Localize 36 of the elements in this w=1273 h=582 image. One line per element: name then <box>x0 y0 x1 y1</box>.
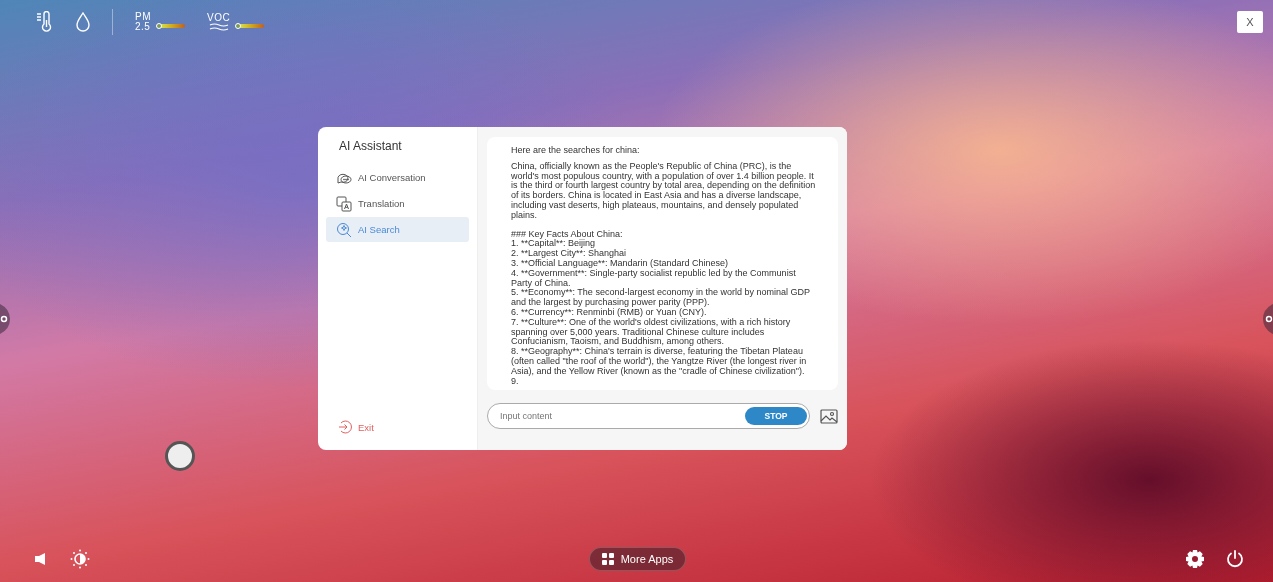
dialog-title: AI Assistant <box>339 139 403 153</box>
input-field[interactable]: Input content STOP <box>487 403 810 429</box>
exit-icon <box>338 420 352 434</box>
sparkle-search-icon <box>336 221 352 238</box>
close-button[interactable]: X <box>1237 11 1263 33</box>
floating-ball-button[interactable] <box>165 441 195 471</box>
fact-item: 7. **Culture**: One of the world's oldest civilizations, with a rich history spanning over 5,000 years. Traditional Chinese culture includes Confucianism, Taoism, and Buddhism, among others. <box>511 317 791 348</box>
exit-button[interactable]: Exit <box>326 420 469 434</box>
thermometer-icon <box>36 11 54 33</box>
brightness-icon[interactable] <box>70 549 90 569</box>
droplet-icon <box>76 12 90 32</box>
pm-label: PM 2.5 <box>135 12 151 32</box>
side-handle-icon[interactable] <box>1263 304 1273 334</box>
side-handle-icon[interactable] <box>0 304 10 334</box>
fact-item: 9. <box>511 376 519 387</box>
fact-item: 1. **Capital**: Beijing <box>511 239 596 250</box>
gear-icon[interactable] <box>1185 549 1205 569</box>
fact-item: 2. **Largest City**: Shanghai <box>511 249 627 259</box>
fact-item: 6. **Currency**: Renminbi (RMB) or Yuan (CNY). <box>511 307 707 318</box>
sidebar-item[interactable]: Translation <box>326 191 469 216</box>
wave-icon <box>208 23 229 31</box>
grid-icon <box>601 553 614 565</box>
voc-label: VOC <box>207 13 231 23</box>
image-icon[interactable] <box>820 408 838 424</box>
power-icon[interactable] <box>1225 549 1245 569</box>
response-heading: ### Key Facts About China: <box>511 229 624 239</box>
fact-item: 8. **Geography**: China's terrain is diverse, featuring the Tibetan Plateau (often called "the roof of the world"), the Yangtze River (the longest river in Asia), and the Yellow River (known as the "cradle of Chinese civilization"). <box>511 347 808 377</box>
translate-icon <box>336 195 352 212</box>
response-intro: Here are the searches for china: <box>511 146 641 156</box>
response-paragraph: China, officially known as the People's Republic of China (PRC), is the world's most populous country, with a population of over 1.4 billion people. It is the third or fourth largest country by total area, depending on the definition of its borders. China is located in East Asia and has a diverse landscape, including vast deserts, high plateaus, mountains, and densely populated plains. <box>511 161 817 221</box>
fact-item: 4. **Government**: Single-party socialist republic led by the Communist Party of China. <box>511 268 797 288</box>
fact-item: 5. **Economy**: The second-largest economy in the world by nominal GDP and the largest by purchasing power parity (PPP). <box>511 288 811 308</box>
sidebar-item[interactable]: AI Conversation <box>326 165 469 190</box>
more-apps-button[interactable]: More Apps <box>588 547 687 571</box>
fact-item: 3. **Official Language**: Mandarin (Standard Chinese) <box>511 258 729 269</box>
stop-button[interactable]: STOP <box>745 407 807 425</box>
